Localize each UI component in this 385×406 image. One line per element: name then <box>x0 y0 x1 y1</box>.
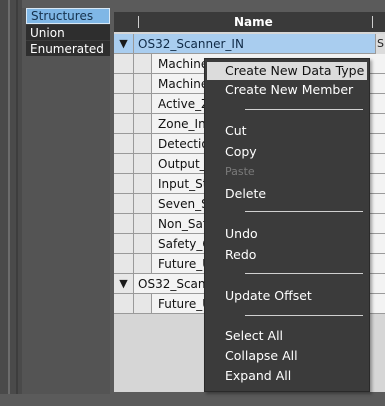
row-indent <box>134 54 152 74</box>
menu-item-collapse-all[interactable]: Collapse All <box>225 347 298 365</box>
menu-item-select-all[interactable]: Select All <box>225 327 283 345</box>
left-dock-strip <box>0 0 22 394</box>
row-gutter <box>114 254 134 274</box>
context-menu: Create New Data Type Create New Member C… <box>204 58 370 392</box>
row-indent <box>134 294 152 314</box>
grid-empty-area <box>114 392 385 406</box>
collapse-arrow-icon[interactable]: ▼ <box>114 34 134 54</box>
row-gutter <box>114 194 134 214</box>
dock-divider <box>8 0 10 394</box>
row-indent <box>134 154 152 174</box>
menu-item-create-new-data-type[interactable]: Create New Data Type <box>207 62 367 80</box>
row-indent <box>134 214 152 234</box>
column-divider[interactable] <box>372 16 373 28</box>
row-indent <box>134 114 152 134</box>
menu-item-expand-all[interactable]: Expand All <box>225 367 291 385</box>
row-gutter <box>114 74 134 94</box>
menu-item-redo[interactable]: Redo <box>225 246 256 264</box>
collapse-arrow-icon[interactable]: ▼ <box>114 274 134 294</box>
menu-item-cut[interactable]: Cut <box>225 122 247 140</box>
row-indent <box>134 94 152 114</box>
table-row[interactable]: ▼ OS32_Scanner_IN S <box>114 34 385 54</box>
category-union[interactable]: Union <box>26 24 110 40</box>
menu-separator <box>245 273 363 274</box>
row-gutter <box>114 154 134 174</box>
row-gutter <box>114 134 134 154</box>
category-structures[interactable]: Structures <box>26 8 110 24</box>
category-enumerated[interactable]: Enumerated <box>26 40 110 56</box>
row-indent <box>134 134 152 154</box>
menu-separator <box>245 211 363 212</box>
dock-divider <box>16 0 18 394</box>
row-name[interactable]: OS32_Scanner_IN <box>134 34 385 54</box>
menu-item-copy[interactable]: Copy <box>225 143 257 161</box>
row-gutter <box>114 54 134 74</box>
row-next-column: S <box>375 34 385 54</box>
menu-item-delete[interactable]: Delete <box>225 185 266 203</box>
menu-separator <box>245 109 363 110</box>
row-indent <box>134 74 152 94</box>
row-gutter <box>114 174 134 194</box>
menu-separator <box>245 315 363 316</box>
data-type-category-panel: Structures Union Enumerated <box>22 8 110 394</box>
row-indent <box>134 234 152 254</box>
menu-item-undo[interactable]: Undo <box>225 225 258 243</box>
column-divider[interactable] <box>138 16 139 28</box>
row-gutter <box>114 234 134 254</box>
row-gutter <box>114 294 134 314</box>
row-gutter <box>114 114 134 134</box>
menu-item-create-new-member[interactable]: Create New Member <box>225 81 353 99</box>
row-indent <box>134 194 152 214</box>
row-gutter <box>114 94 134 114</box>
menu-item-paste: Paste <box>225 165 255 178</box>
grid-header: Name <box>114 12 385 32</box>
row-indent <box>134 174 152 194</box>
menu-item-update-offset[interactable]: Update Offset <box>225 287 312 305</box>
row-indent <box>134 254 152 274</box>
name-column-header[interactable]: Name <box>234 12 273 32</box>
row-gutter <box>114 214 134 234</box>
